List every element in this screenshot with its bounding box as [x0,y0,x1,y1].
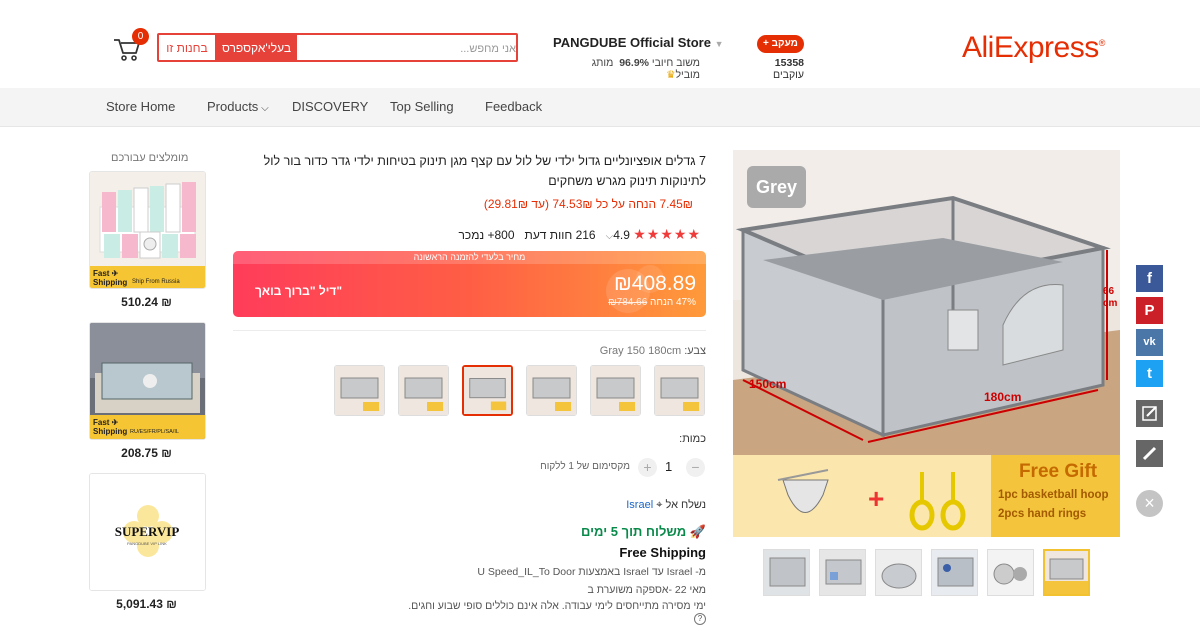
search-aliexpress-button[interactable]: בעלי'אקספרס [216,35,297,60]
nav-products[interactable]: Products ⌵ [207,99,269,114]
search-input[interactable] [299,35,518,62]
reviews-count[interactable]: 216 חוות דעת [525,228,596,242]
store-stats: משוב חיובי 96.9% מותג מוביל♛ [560,57,700,81]
color-swatch-2[interactable] [398,365,449,416]
delivery-time: 🚀 משלוח תוך 5 ימים [580,524,706,539]
svg-text:Shipping: Shipping [93,278,127,287]
recommended-item-2[interactable]: Fast ✈ Shipping RU/ES/FR/PL/SA/IL [89,322,206,440]
divider [233,330,706,331]
facebook-share-icon[interactable]: f [1136,265,1163,292]
nav-top-selling[interactable]: Top Selling [390,99,454,114]
cart-count-badge: 0 [132,28,149,45]
nav-feedback[interactable]: Feedback [485,99,542,114]
top-header: AliExpress® 0 בחנות זו בעלי'אקספרס PANGD… [0,0,1200,89]
dimension-length-label: 180cm [984,390,1022,404]
quantity-decrease-button[interactable]: − [686,458,705,477]
quantity-max-note: מקסימום של 1 ללקוח [540,461,630,472]
svg-text:+: + [868,483,884,514]
color-swatch-6[interactable] [654,365,705,416]
delivery-note: ימי מסירה מתייחסים לימי עבודה. אלה אינם … [408,600,706,625]
free-gift-line2: 2pcs hand rings [998,508,1087,520]
rocket-icon: 🚀 [689,524,706,539]
ship-to: נשלח אל ⌖ Israel [626,499,706,511]
color-label: צבע: Gray 150 180cm [599,345,706,357]
dimension-height-label: 66 cm [1103,286,1118,309]
free-shipping: Free Shipping [619,545,706,560]
color-swatch-5[interactable] [590,365,641,416]
store-rating-pct: 96.9% [619,57,649,69]
edit-icon[interactable] [1136,400,1163,427]
quantity-increase-button[interactable]: + [638,458,657,477]
location-pin-icon: ⌖ [656,499,663,511]
original-price: ₪784.66 [608,297,648,308]
grey-color-tag: Grey [747,166,806,208]
deal-discount: 47% הנחה ₪784.66 [608,297,696,308]
image-thumbnail-2[interactable] [819,549,866,596]
svg-text:Ship From Russia: Ship From Russia [132,279,180,285]
follow-button[interactable]: + מעקב [757,35,804,53]
welcome-deal-label: דיל "ברוך בואך" [255,284,343,298]
image-thumbnail-1[interactable] [763,549,810,596]
svg-text:RU/ES/FR/PL/SA/IL: RU/ES/FR/PL/SA/IL [130,429,179,435]
twitter-share-icon[interactable]: t [1136,360,1163,387]
free-gift-title: Free Gift [1018,461,1098,482]
svg-text:SUPERVIP: SUPERVIP [115,524,180,539]
help-icon[interactable]: ? [694,613,706,625]
nav-store-home[interactable]: Store Home [106,99,175,114]
svg-text:Shipping: Shipping [93,427,127,436]
rating-stars-icon: ★★★★★ [633,226,701,242]
free-gift-line1: 1pc basketball hoop [998,489,1109,501]
chevron-down-icon: ⌵ [258,103,269,114]
image-thumbnail-5[interactable] [987,549,1034,596]
rating-row: ★★★★★ 4.9⌵ 216 חוות דעת 800+ נמכר [458,226,701,242]
svg-text:Fast ✈: Fast ✈ [93,418,119,427]
dimension-width-label: 150cm [749,377,787,391]
store-name[interactable]: PANGDUBE Official Store ▼ [553,35,724,50]
recommended-price-3: 5,091.43 ₪ [116,597,177,611]
quantity-label: כמות: [679,433,706,445]
shipping-route: מ- Israel עד Israel באמצעות U Speed_IL_T… [477,566,706,578]
pen-icon[interactable] [1136,440,1163,467]
svg-text:PANGDUBE VIP LINK: PANGDUBE VIP LINK [127,541,167,546]
svg-text:Fast ✈: Fast ✈ [93,269,119,278]
color-swatch-3-selected[interactable] [462,365,513,416]
recommended-item-3[interactable]: SUPERVIP PANGDUBE VIP LINK [89,473,206,591]
aliexpress-logo[interactable]: AliExpress® [962,31,1105,65]
vk-share-icon[interactable]: vk [1136,329,1163,356]
recommended-price-1: 510.24 ₪ [121,295,172,309]
sold-count: 800+ נמכר [458,228,515,242]
recommended-title: מומלצים עבורכם [111,152,189,164]
supervip-logo: SUPERVIP PANGDUBE VIP LINK [90,474,205,590]
estimated-delivery: מאי 22 -אספקה משוערת ב [587,584,706,596]
deal-price: ₪408.89 [613,272,696,295]
chevron-down-icon: ▼ [714,39,724,49]
store-rating-label: משוב חיובי [651,57,700,69]
image-thumbnail-6-selected[interactable] [1043,549,1090,596]
image-thumbnail-3[interactable] [875,549,922,596]
quantity-value[interactable]: 1 [665,459,672,474]
coupon-offer[interactable]: 7.45₪ הנחה על כל 74.53₪ (עד 29.81₪) [420,197,693,211]
recommended-price-2: 208.75 ₪ [121,446,172,460]
color-swatch-4[interactable] [526,365,577,416]
search-bar: בחנות זו בעלי'אקספרס [157,33,518,62]
product-thumbnail-bed-rail: Fast ✈ Shipping RU/ES/FR/PL/SA/IL [90,323,205,439]
store-nav-bar: Store Home Products ⌵ DISCOVERY Top Sell… [0,88,1200,127]
nav-discovery[interactable]: DISCOVERY [292,99,368,114]
color-swatch-1[interactable] [334,365,385,416]
close-icon[interactable]: × [1136,490,1163,517]
ship-to-country-link[interactable]: Israel [626,499,653,511]
search-in-store-button[interactable]: בחנות זו [159,35,216,60]
pinterest-share-icon[interactable]: P [1136,297,1163,324]
recommended-item-1[interactable]: Fast ✈ Shipping Ship From Russia [89,171,206,289]
image-thumbnail-4[interactable] [931,549,978,596]
rating-value: 4.9 [613,228,630,242]
product-title: 7 גדלים אופציונליים גדול ילדי של לול עם … [263,154,706,188]
product-thumbnail-playpen-pink: Fast ✈ Shipping Ship From Russia [90,172,205,288]
followers-count: 15358 עוקבים [773,57,804,81]
